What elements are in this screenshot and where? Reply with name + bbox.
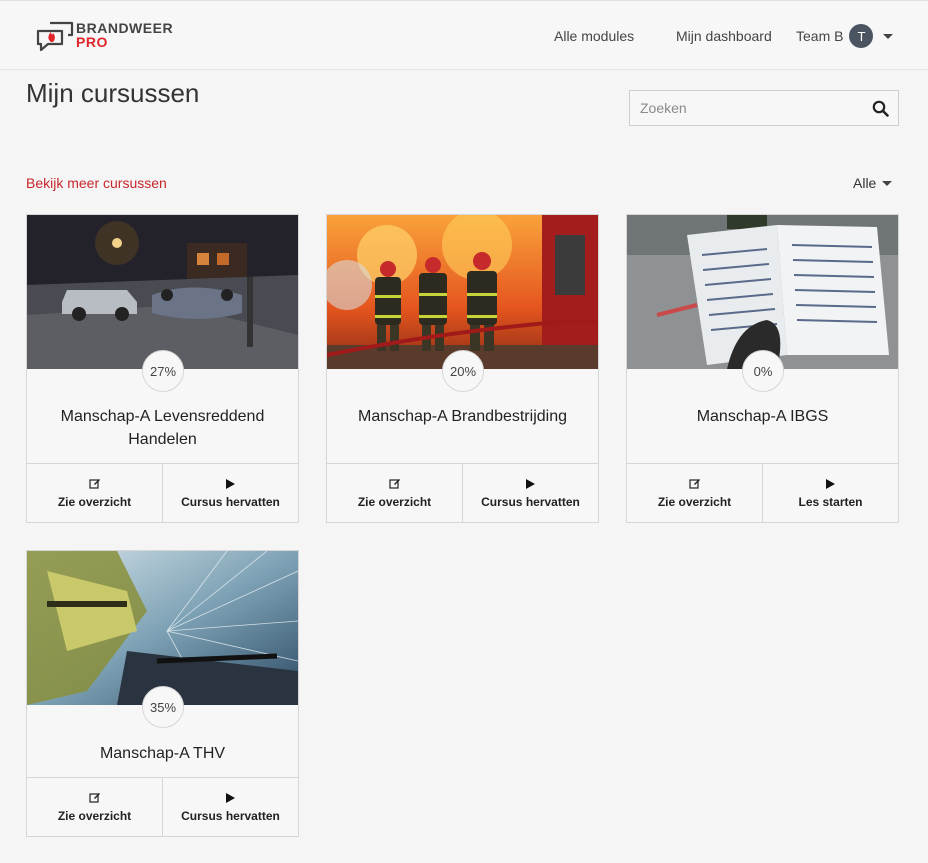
user-name: Team B [796,28,844,44]
start-lesson-button[interactable]: Les starten [762,464,898,522]
nav-link-my-dashboard[interactable]: Mijn dashboard [676,28,772,44]
view-overview-label: Zie overzicht [57,808,132,823]
resume-course-label: Cursus hervatten [181,494,280,509]
filter-label: Alle [853,175,877,191]
user-menu[interactable]: Team B T [796,1,894,71]
chat-flame-icon [36,17,74,53]
chevron-down-icon [883,33,894,39]
edit-icon [88,478,101,490]
resume-course-button[interactable]: Cursus hervatten [462,464,598,522]
logo-text-brandweer: BRANDWEER [76,20,174,36]
view-more-courses-link[interactable]: Bekijk meer cursussen [26,175,167,191]
view-overview-button[interactable]: Zie overzicht [27,778,162,836]
play-icon [826,478,835,490]
course-title[interactable]: Manschap-A Levensreddend Handelen [37,405,288,451]
edit-icon [688,478,701,490]
progress-badge: 27% [142,350,184,392]
chevron-down-icon [882,180,893,186]
search-input[interactable] [630,91,862,125]
course-image-firefighters[interactable] [327,215,598,369]
view-overview-button[interactable]: Zie overzicht [27,464,162,522]
edit-icon [88,792,101,804]
top-navbar: BRANDWEER PRO Alle modules Mijn dashboar… [0,0,928,70]
resume-course-label: Cursus hervatten [481,494,580,509]
start-lesson-label: Les starten [798,494,863,509]
brandweer-pro-logo[interactable]: BRANDWEER PRO [36,17,173,53]
view-overview-label: Zie overzicht [57,494,132,509]
resume-course-button[interactable]: Cursus hervatten [162,778,298,836]
view-overview-label: Zie overzicht [657,494,732,509]
resume-course-label: Cursus hervatten [181,808,280,823]
course-card: 0% Manschap-A IBGS Zie overzicht Les sta… [626,214,899,523]
play-icon [226,792,235,804]
search-box [629,90,899,126]
avatar: T [849,24,874,48]
search-button[interactable] [862,91,898,125]
play-icon [226,478,235,490]
edit-icon [388,478,401,490]
course-card: 35% Manschap-A THV Zie overzicht Cursus … [26,550,299,837]
course-title[interactable]: Manschap-A Brandbestrijding [337,405,588,428]
course-image-glass-cutting[interactable] [27,551,298,705]
page-title: Mijn cursussen [26,78,200,108]
course-image-car-crash[interactable] [27,215,298,369]
course-title[interactable]: Manschap-A THV [37,742,288,765]
play-icon [526,478,535,490]
course-card: 27% Manschap-A Levensreddend Handelen Zi… [26,214,299,523]
search-icon [872,100,889,117]
view-overview-label: Zie overzicht [357,494,432,509]
view-overview-button[interactable]: Zie overzicht [627,464,762,522]
progress-badge: 35% [142,686,184,728]
course-title[interactable]: Manschap-A IBGS [637,405,888,428]
view-overview-button[interactable]: Zie overzicht [327,464,462,522]
filter-dropdown[interactable]: Alle [853,175,893,191]
resume-course-button[interactable]: Cursus hervatten [162,464,298,522]
nav-link-all-modules[interactable]: Alle modules [554,28,634,44]
course-card: 20% Manschap-A Brandbestrijding Zie over… [326,214,599,523]
course-image-hazmat-booklet[interactable] [627,215,898,369]
logo-text-pro: PRO [76,34,108,50]
progress-badge: 20% [442,350,484,392]
progress-badge: 0% [742,350,784,392]
